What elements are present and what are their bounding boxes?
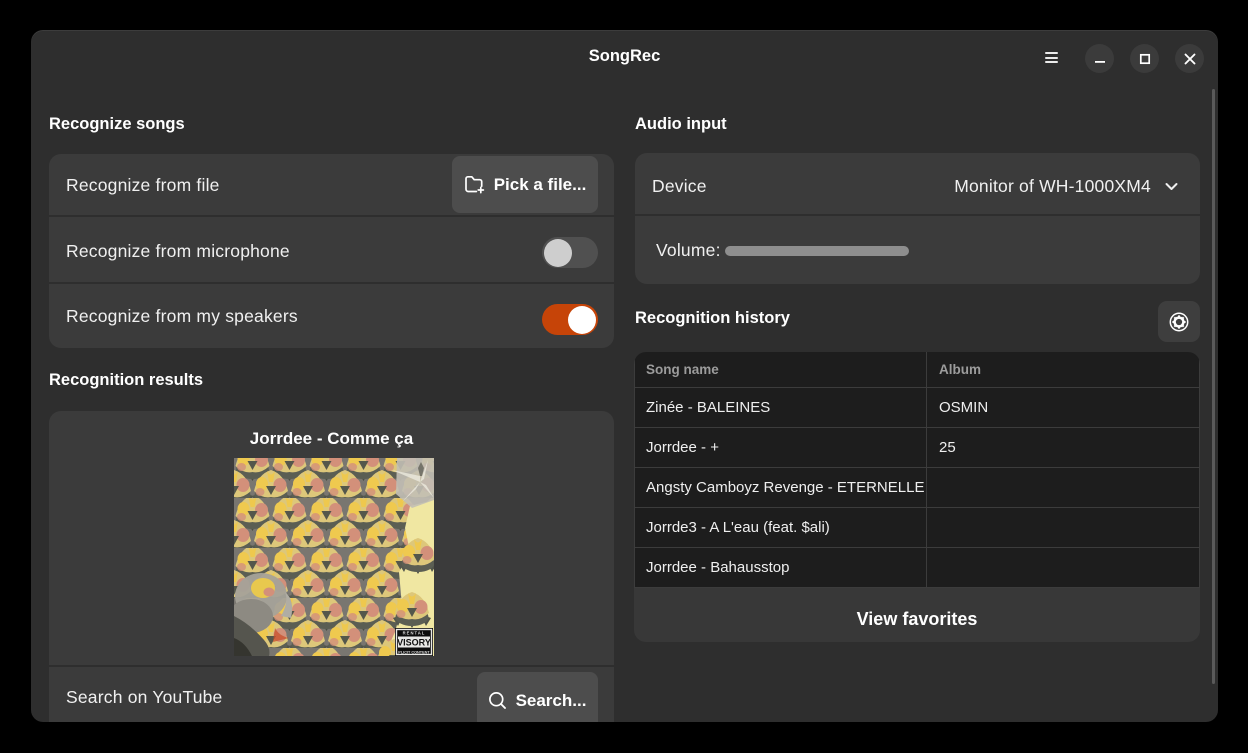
svg-text:VISORY: VISORY	[397, 638, 431, 648]
svg-text:RENTAL: RENTAL	[403, 631, 426, 636]
svg-text:PLICIT CONTENT: PLICIT CONTENT	[398, 650, 430, 654]
